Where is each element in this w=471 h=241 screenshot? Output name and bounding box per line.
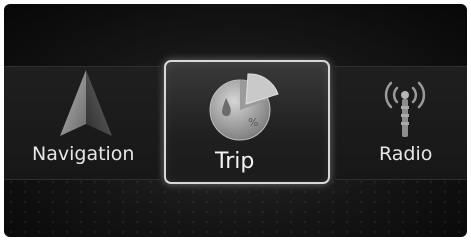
navigation-arrow-icon [60, 70, 112, 136]
background-dot-pattern [4, 177, 467, 237]
radio-label: Radio [379, 143, 433, 165]
svg-text:%: % [248, 116, 258, 129]
radio-antenna-icon [384, 81, 426, 137]
trip-pie-chart-icon: % [209, 73, 279, 141]
trip-label: Trip [215, 149, 255, 174]
navigation-label: Navigation [32, 143, 135, 165]
